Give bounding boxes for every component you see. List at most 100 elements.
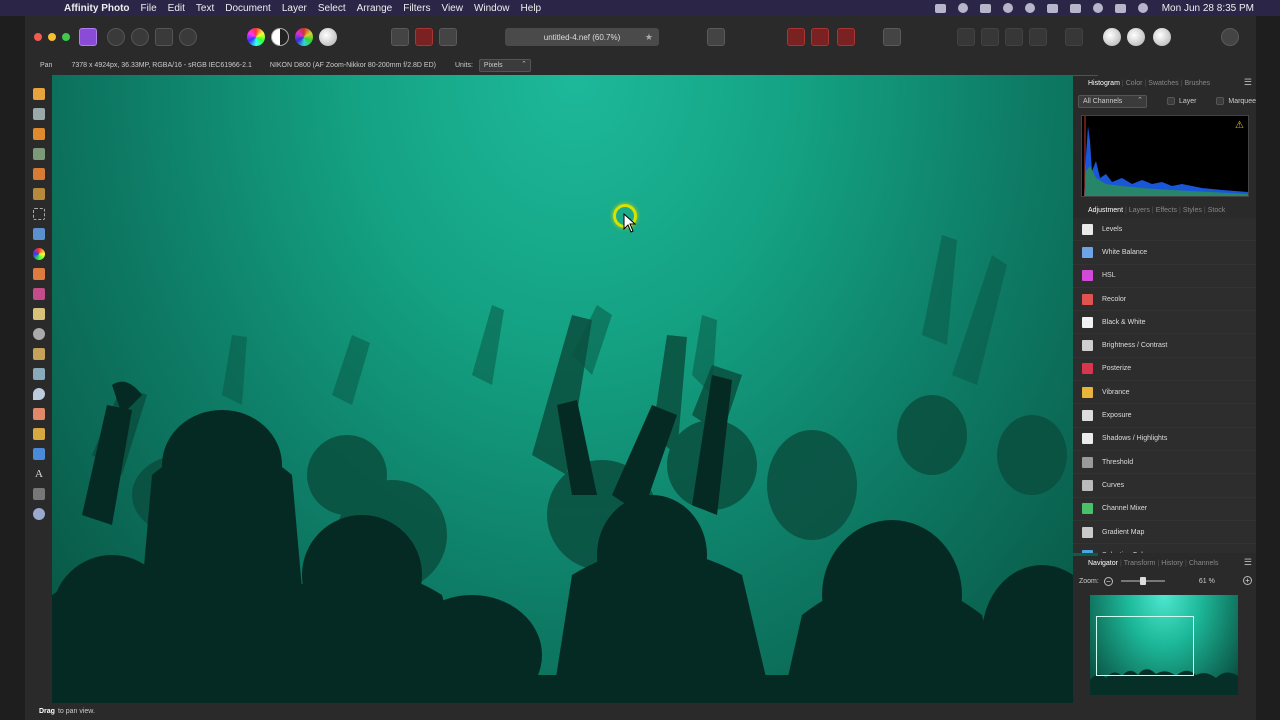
siri-icon[interactable] [1137,3,1148,13]
selection-marquee-icon[interactable] [391,28,409,46]
tab-swatches[interactable]: Swatches [1148,80,1178,87]
channel-select[interactable]: All Channels [1078,94,1148,108]
tab-styles[interactable]: Styles [1183,207,1202,214]
auto-levels-icon[interactable] [247,28,265,46]
tone-mapping-persona-icon[interactable] [155,28,173,46]
auto-colors-icon[interactable] [295,28,313,46]
flood-fill-tool-icon[interactable] [33,228,45,240]
tab-stock[interactable]: Stock [1208,207,1226,214]
adjustment-item[interactable]: Gradient Map [1073,520,1256,545]
document-tab[interactable]: untitled-4.nef (60.7%) ★ [505,28,659,46]
document-canvas[interactable] [52,75,1098,703]
tab-effects[interactable]: Effects [1156,207,1177,214]
snapping-icon[interactable] [811,28,829,46]
navigator-thumbnail[interactable] [1090,595,1238,695]
flood-select-tool-icon[interactable] [33,188,45,200]
adjustment-item[interactable]: Vibrance [1073,381,1256,405]
zoom-in-icon[interactable]: + [1243,576,1252,585]
adjustment-item[interactable]: Recolor [1073,287,1256,312]
erase-brush-tool-icon[interactable] [33,308,45,320]
adjustment-item[interactable]: Threshold [1073,450,1256,475]
zoom-slider[interactable] [1120,577,1165,585]
zoom-slider-knob[interactable] [1139,577,1146,585]
camera-icon[interactable] [979,3,991,13]
grid-icon[interactable] [787,28,805,46]
adjustment-item[interactable]: Curves [1073,474,1256,498]
boolean-intersect-icon[interactable] [1153,28,1171,46]
menubar-clock[interactable]: Mon Jun 28 8:35 PM [1162,3,1254,14]
battery-icon[interactable] [1046,3,1058,13]
adjustment-item[interactable]: Black & White [1073,311,1256,335]
export-persona-icon[interactable] [179,28,197,46]
tab-brushes[interactable]: Brushes [1184,80,1210,87]
arrange-back-icon[interactable] [957,28,975,46]
marquee-tool-icon[interactable] [33,208,45,220]
marquee-checkbox[interactable] [1216,97,1225,105]
adjustment-item[interactable]: Levels [1073,218,1256,242]
blur-brush-tool-icon[interactable] [33,388,45,400]
warning-icon[interactable]: ⚠ [1235,120,1244,131]
tab-transform[interactable]: Transform [1124,560,1156,567]
rectangle-tool-icon[interactable] [33,448,45,460]
window-close-button[interactable] [34,33,42,41]
window-maximize-button[interactable] [62,33,70,41]
quick-mask-icon[interactable] [707,28,725,46]
boolean-subtract-icon[interactable] [1127,28,1145,46]
panel-menu-icon[interactable]: ☰ [1244,77,1252,88]
tab-navigator[interactable]: Navigator [1088,560,1118,567]
photo-persona-icon[interactable] [79,28,97,46]
adjustment-item[interactable]: Posterize [1073,357,1256,382]
menu-document[interactable]: Document [225,3,271,14]
tab-color[interactable]: Color [1126,80,1143,87]
menu-layer[interactable]: Layer [282,3,307,14]
paint-brush-tool-icon[interactable] [33,268,45,280]
zoom-app-icon[interactable] [934,3,946,13]
window-minimize-button[interactable] [48,33,56,41]
adjustment-item[interactable]: Channel Mixer [1073,497,1256,521]
tab-history[interactable]: History [1161,560,1183,567]
pen-tool-icon[interactable] [33,428,45,440]
crop-tool-icon[interactable] [33,148,45,160]
screen-share-icon[interactable] [957,3,968,13]
menu-select[interactable]: Select [318,3,346,14]
develop-persona-icon[interactable] [131,28,149,46]
mesh-warp-tool-icon[interactable] [33,488,45,500]
auto-white-balance-icon[interactable] [319,28,337,46]
adjustment-item[interactable]: Shadows / Highlights [1073,427,1256,451]
adjustment-item[interactable]: Brightness / Contrast [1073,334,1256,358]
invert-selection-icon[interactable] [439,28,457,46]
gradient-tool-icon[interactable] [33,248,45,260]
auto-contrast-icon[interactable] [271,28,289,46]
smudge-brush-tool-icon[interactable] [33,368,45,380]
zoom-out-icon[interactable]: − [1103,576,1113,586]
arrange-forward-icon[interactable] [1005,28,1023,46]
healing-brush-tool-icon[interactable] [33,408,45,420]
adjustment-item[interactable]: HSL [1073,264,1256,288]
tab-histogram[interactable]: Histogram [1088,80,1120,87]
menu-file[interactable]: File [141,3,157,14]
adjustment-item[interactable]: White Balance [1073,241,1256,265]
liquify-persona-icon[interactable] [107,28,125,46]
boolean-add-icon[interactable] [1103,28,1121,46]
menu-arrange[interactable]: Arrange [357,3,393,14]
color-picker-tool-icon[interactable] [33,128,45,140]
align-icon[interactable] [1065,28,1083,46]
spotlight-icon[interactable] [1092,3,1103,13]
selection-brush-tool-icon[interactable] [33,168,45,180]
wifi-icon[interactable] [1069,3,1081,13]
assistant-icon[interactable] [837,28,855,46]
adjustment-item[interactable]: Selective Color [1073,544,1256,553]
clone-brush-tool-icon[interactable] [33,348,45,360]
color-replacement-tool-icon[interactable] [33,288,45,300]
move-tool-icon[interactable] [33,108,45,120]
menu-help[interactable]: Help [521,3,542,14]
mode-icon[interactable] [883,28,901,46]
text-tool-icon[interactable]: A [33,468,45,480]
menu-text[interactable]: Text [196,3,214,14]
control-center-icon[interactable] [1114,3,1126,13]
layer-checkbox[interactable] [1167,97,1175,105]
favorite-star-icon[interactable]: ★ [645,32,653,43]
account-icon[interactable] [1221,28,1239,46]
menu-window[interactable]: Window [474,3,510,14]
tab-adjustment[interactable]: Adjustment [1088,207,1123,214]
